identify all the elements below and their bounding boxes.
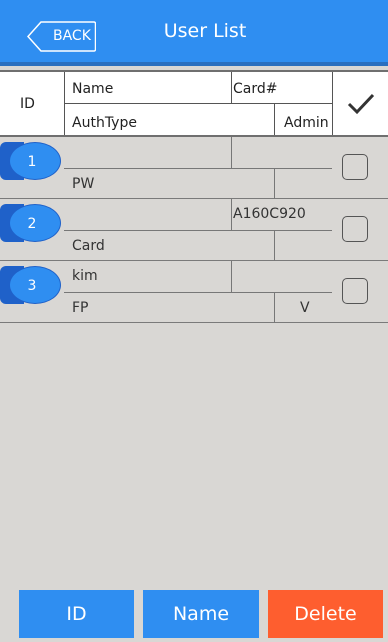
user-authtype: Card <box>72 238 105 254</box>
user-name: kim <box>72 268 98 284</box>
divider <box>64 103 332 104</box>
table-row[interactable]: 1 PW <box>0 137 388 199</box>
top-bar: BACK User List <box>0 0 388 66</box>
column-card-header[interactable]: Card# <box>233 81 277 97</box>
column-admin-header[interactable]: Admin <box>284 115 329 131</box>
user-id: 2 <box>9 204 61 242</box>
user-id-badge: 3 <box>0 266 64 304</box>
divider <box>274 103 275 135</box>
user-authtype: FP <box>72 300 89 316</box>
select-all-check-icon[interactable] <box>347 92 375 116</box>
row-checkbox[interactable] <box>342 154 368 180</box>
sort-by-name-button[interactable]: Name <box>143 590 259 638</box>
user-id-badge: 2 <box>0 204 64 242</box>
user-admin: V <box>300 300 310 316</box>
user-card: A160C920 <box>233 206 306 222</box>
column-authtype-header[interactable]: AuthType <box>72 115 137 131</box>
column-id-header[interactable]: ID <box>20 96 35 112</box>
divider <box>332 72 333 135</box>
user-id-badge: 1 <box>0 142 64 180</box>
table-row[interactable]: 2 A160C920 Card <box>0 199 388 261</box>
column-name-header[interactable]: Name <box>72 81 113 97</box>
page-title: User List <box>163 20 247 42</box>
row-checkbox[interactable] <box>342 278 368 304</box>
table-row[interactable]: 3 kim FP V <box>0 261 388 323</box>
sort-by-id-button[interactable]: ID <box>19 590 134 638</box>
delete-button[interactable]: Delete <box>268 590 383 638</box>
row-checkbox[interactable] <box>342 216 368 242</box>
user-authtype: PW <box>72 176 95 192</box>
table-header: ID Name Card# AuthType Admin <box>0 70 388 137</box>
divider <box>231 72 232 103</box>
user-id: 1 <box>9 142 61 180</box>
user-id: 3 <box>9 266 61 304</box>
